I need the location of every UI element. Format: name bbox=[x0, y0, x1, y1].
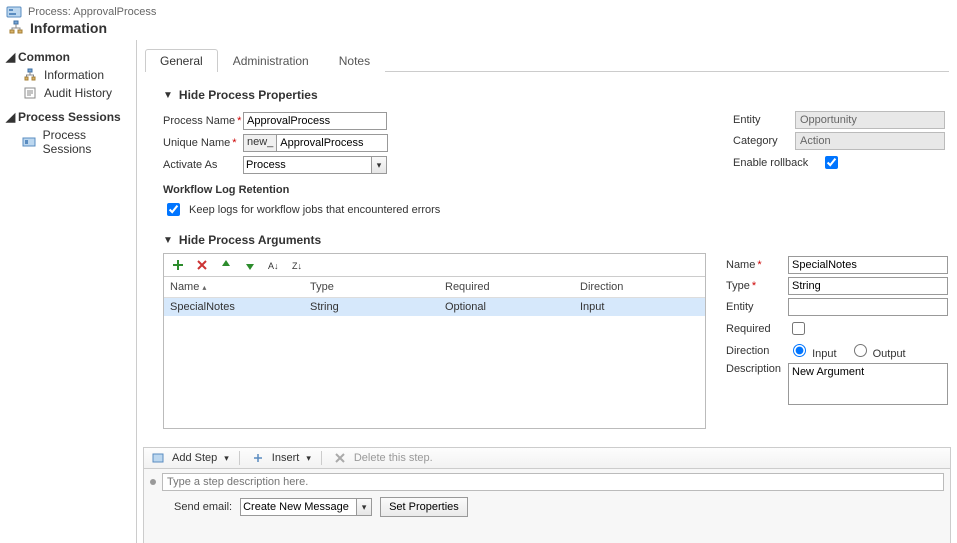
process-label: Process: ApprovalProcess bbox=[28, 6, 156, 18]
cell-required: Optional bbox=[439, 298, 574, 316]
sidebar-section-label: Process Sessions bbox=[18, 110, 121, 124]
move-down-button[interactable] bbox=[242, 257, 258, 273]
tab-general[interactable]: General bbox=[145, 49, 218, 72]
col-header-required[interactable]: Required bbox=[439, 277, 574, 297]
table-row[interactable]: SpecialNotes String Optional Input bbox=[164, 298, 705, 316]
sidebar-item-audit-history[interactable]: Audit History bbox=[0, 84, 136, 102]
add-argument-button[interactable] bbox=[170, 257, 186, 273]
workflow-log-retention-header: Workflow Log Retention bbox=[163, 184, 440, 196]
info-icon bbox=[22, 68, 38, 82]
category-field: Action bbox=[795, 132, 945, 150]
caret-down-icon: ◢ bbox=[6, 110, 14, 124]
arguments-toolbar: A↓ Z↓ bbox=[164, 254, 705, 277]
process-icon bbox=[6, 4, 22, 20]
dropdown-icon[interactable]: ▾ bbox=[356, 498, 372, 516]
insert-button[interactable]: Insert bbox=[272, 452, 311, 464]
sidebar-section-label: Common bbox=[18, 50, 70, 64]
sidebar-item-label: Process Sessions bbox=[43, 128, 130, 156]
set-properties-button[interactable]: Set Properties bbox=[380, 497, 468, 517]
grid-header: Name▴ Type Required Direction bbox=[164, 277, 705, 298]
step-description-input[interactable] bbox=[162, 473, 944, 491]
arg-entity-input[interactable] bbox=[788, 298, 948, 316]
caret-down-icon: ◢ bbox=[6, 50, 14, 64]
sessions-icon bbox=[22, 135, 37, 149]
unique-name-label: Unique Name* bbox=[163, 137, 243, 149]
entity-label: Entity bbox=[733, 114, 795, 126]
unique-name-input[interactable] bbox=[276, 134, 388, 152]
arguments-grid: A↓ Z↓ Name▴ Type Required Direction bbox=[163, 253, 706, 429]
process-name-input[interactable] bbox=[243, 112, 387, 130]
sidebar: ◢ Common Information Audit History bbox=[0, 40, 137, 543]
arg-name-label: Name* bbox=[726, 259, 788, 271]
enable-rollback-label: Enable rollback bbox=[733, 157, 821, 169]
svg-text:A↓: A↓ bbox=[268, 261, 279, 271]
tab-strip: General Administration Notes bbox=[145, 48, 949, 72]
col-header-direction[interactable]: Direction bbox=[574, 277, 705, 297]
cell-name: SpecialNotes bbox=[164, 298, 304, 316]
step-action-label: Send email: bbox=[174, 501, 232, 513]
arg-type-select[interactable] bbox=[788, 277, 948, 295]
keep-logs-checkbox[interactable] bbox=[167, 203, 180, 216]
arg-description-label: Description bbox=[726, 363, 788, 375]
sidebar-section-common[interactable]: ◢ Common bbox=[0, 48, 136, 66]
arg-type-label: Type* bbox=[726, 280, 788, 292]
arg-required-checkbox[interactable] bbox=[792, 322, 805, 335]
argument-form: Name* Type* Entity bbox=[726, 253, 951, 429]
delete-argument-button[interactable] bbox=[194, 257, 210, 273]
sidebar-item-label: Audit History bbox=[44, 86, 112, 100]
arg-name-input[interactable] bbox=[788, 256, 948, 274]
steps-body: Send email: ▾ Set Properties bbox=[143, 469, 951, 543]
insert-icon bbox=[250, 451, 266, 465]
sidebar-item-information[interactable]: Information bbox=[0, 66, 136, 84]
category-label: Category bbox=[733, 135, 795, 147]
move-up-button[interactable] bbox=[218, 257, 234, 273]
steps-toolbar: Add Step Insert Delete this step. bbox=[143, 447, 951, 469]
section-title: Hide Process Arguments bbox=[179, 233, 321, 247]
sidebar-section-process-sessions[interactable]: ◢ Process Sessions bbox=[0, 108, 136, 126]
keep-logs-label: Keep logs for workflow jobs that encount… bbox=[189, 204, 440, 216]
collapse-caret-icon: ▼ bbox=[163, 235, 173, 246]
tab-notes[interactable]: Notes bbox=[324, 49, 385, 72]
info-tree-icon bbox=[8, 20, 24, 36]
window-header: Process: ApprovalProcess Information bbox=[0, 0, 957, 40]
arg-required-label: Required bbox=[726, 323, 788, 335]
delete-icon bbox=[332, 451, 348, 465]
delete-step-button[interactable]: Delete this step. bbox=[354, 452, 433, 464]
process-name-label: Process Name* bbox=[163, 115, 243, 127]
section-title: Hide Process Properties bbox=[179, 88, 318, 102]
cell-direction: Input bbox=[574, 298, 705, 316]
arg-description-textarea[interactable] bbox=[788, 363, 948, 405]
page-title: Information bbox=[30, 20, 107, 36]
unique-name-prefix: new_ bbox=[243, 134, 276, 152]
enable-rollback-checkbox[interactable] bbox=[825, 156, 838, 169]
collapse-caret-icon: ▼ bbox=[163, 90, 173, 101]
activate-as-select[interactable] bbox=[243, 156, 387, 174]
add-step-icon bbox=[150, 451, 166, 465]
entity-field: Opportunity bbox=[795, 111, 945, 129]
direction-input-radio[interactable]: Input bbox=[788, 341, 837, 360]
history-icon bbox=[22, 86, 38, 100]
direction-output-radio[interactable]: Output bbox=[849, 341, 906, 360]
svg-text:Z↓: Z↓ bbox=[292, 261, 302, 271]
sidebar-item-label: Information bbox=[44, 68, 104, 82]
section-toggle-process-arguments[interactable]: ▼ Hide Process Arguments bbox=[163, 233, 951, 247]
section-toggle-process-properties[interactable]: ▼ Hide Process Properties bbox=[163, 88, 951, 102]
col-header-type[interactable]: Type bbox=[304, 277, 439, 297]
step-bullet-icon bbox=[150, 479, 156, 485]
cell-type: String bbox=[304, 298, 439, 316]
arg-entity-label: Entity bbox=[726, 301, 788, 313]
add-step-button[interactable]: Add Step bbox=[172, 452, 229, 464]
tab-administration[interactable]: Administration bbox=[218, 49, 324, 72]
sidebar-item-process-sessions[interactable]: Process Sessions bbox=[0, 126, 136, 158]
col-header-name[interactable]: Name▴ bbox=[164, 277, 304, 297]
sort-asc-button[interactable]: A↓ bbox=[266, 257, 282, 273]
dropdown-icon[interactable]: ▾ bbox=[371, 156, 387, 174]
arg-direction-label: Direction bbox=[726, 345, 788, 357]
sort-desc-button[interactable]: Z↓ bbox=[290, 257, 306, 273]
activate-as-label: Activate As bbox=[163, 159, 243, 171]
sort-asc-icon: ▴ bbox=[202, 283, 206, 292]
step-email-select[interactable] bbox=[240, 498, 372, 516]
